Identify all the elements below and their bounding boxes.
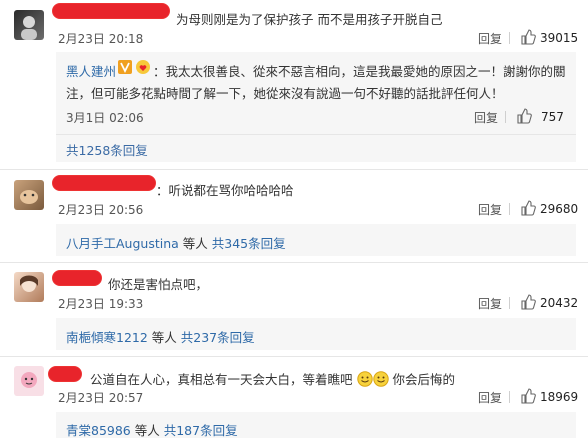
smile-emoji-icon xyxy=(356,371,373,387)
comment-text: 你还是害怕点吧， xyxy=(108,277,209,292)
sub-reply-text-line1: ：我太太很善良、從來不惡言相向，這是我最愛她的原因之一！謝謝你的關 xyxy=(153,64,566,79)
avatar[interactable] xyxy=(14,180,44,210)
sub-reply-like-count: 757 xyxy=(541,110,564,124)
redacted-username xyxy=(52,3,170,19)
like-count: 29680 xyxy=(540,202,579,216)
reply-summary[interactable]: 八月手工Augustina 等人 共345条回复 xyxy=(66,233,286,252)
reply-summary[interactable]: 南梔傾寒1212 等人 共237条回复 xyxy=(66,327,255,346)
sub-reply-author[interactable]: 黑人建州 xyxy=(66,61,116,80)
reply-summary-name[interactable]: 南梔傾寒1212 xyxy=(66,330,148,345)
comment-date: 2月23日 20:18 xyxy=(58,32,144,46)
divider xyxy=(509,32,510,44)
divider xyxy=(509,203,510,215)
reply-button[interactable]: 回复 xyxy=(478,295,502,312)
reply-summary-name[interactable]: 八月手工Augustina xyxy=(66,236,179,251)
total-replies-link[interactable]: 共1258条回复 xyxy=(66,140,148,159)
reply-summary[interactable]: 青棠85986 等人 共187条回复 xyxy=(66,420,238,438)
reply-button[interactable]: 回复 xyxy=(478,389,502,406)
like-count: 18969 xyxy=(540,390,579,404)
sub-reply-text-line2: 注，但可能多花點時間了解一下，她從來沒有說過一句不好聽的話批評任何人！ xyxy=(66,86,504,101)
reply-summary-count[interactable]: 共345条回复 xyxy=(212,236,286,251)
comment-date: 2月23日 19:33 xyxy=(58,297,144,311)
sub-reply-button[interactable]: 回复 xyxy=(474,109,498,126)
thumbs-up-icon[interactable] xyxy=(520,29,536,45)
divider xyxy=(0,169,588,170)
reply-summary-count[interactable]: 共237条回复 xyxy=(181,330,255,345)
redacted-username xyxy=(48,366,82,382)
reply-summary-name[interactable]: 青棠85986 xyxy=(66,423,131,438)
reply-summary-count[interactable]: 共187条回复 xyxy=(164,423,238,438)
avatar[interactable] xyxy=(14,10,44,40)
divider xyxy=(56,134,576,135)
smile-emoji-icon xyxy=(372,371,389,387)
heart-badge-icon xyxy=(136,60,150,74)
comment-text: 为母则刚是为了保护孩子 而不是用孩子开脱自己 xyxy=(176,12,443,27)
reply-button[interactable]: 回复 xyxy=(478,30,502,47)
comment-text: ：听说都在骂你哈哈哈哈 xyxy=(156,183,294,198)
divider xyxy=(509,297,510,309)
divider xyxy=(0,356,588,357)
like-count: 39015 xyxy=(540,31,579,45)
thumbs-up-icon[interactable] xyxy=(520,200,536,216)
thumbs-up-icon[interactable] xyxy=(520,388,536,404)
comment-date: 2月23日 20:57 xyxy=(58,391,144,405)
thumbs-up-icon[interactable] xyxy=(516,108,532,124)
sub-reply-date: 3月1日 02:06 xyxy=(66,111,144,125)
avatar[interactable] xyxy=(14,366,44,396)
divider xyxy=(509,391,510,403)
verified-v-icon xyxy=(118,60,132,74)
redacted-username xyxy=(52,175,156,191)
redacted-username xyxy=(52,270,102,286)
comment-text: 公道自在人心，真相总有一天会大白，等着瞧吧 你会后悔的 xyxy=(90,371,455,387)
like-count: 20432 xyxy=(540,296,579,310)
avatar[interactable] xyxy=(14,272,44,302)
divider xyxy=(505,111,506,123)
reply-button[interactable]: 回复 xyxy=(478,201,502,218)
comment-date: 2月23日 20:56 xyxy=(58,203,144,217)
thumbs-up-icon[interactable] xyxy=(520,294,536,310)
divider xyxy=(0,262,588,263)
